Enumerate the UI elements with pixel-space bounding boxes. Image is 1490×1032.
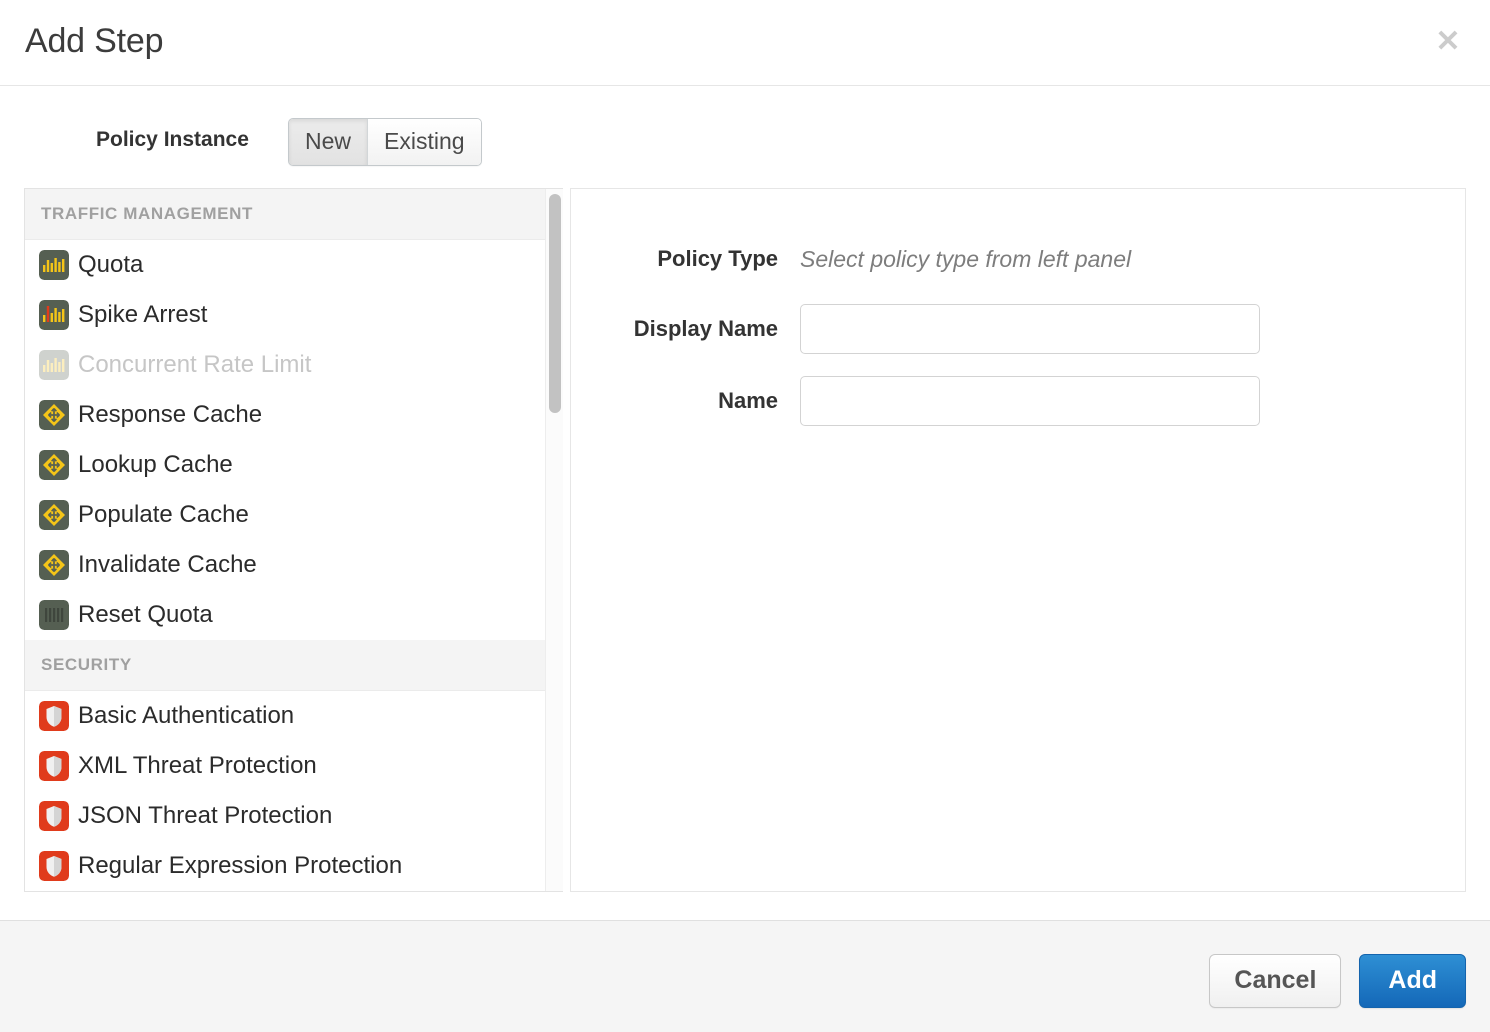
- footer-button-group: Cancel Add: [1209, 954, 1466, 1008]
- policy-list-item-label: Reset Quota: [78, 600, 213, 630]
- policy-list-item[interactable]: Populate Cache: [25, 490, 546, 540]
- policy-list-item-label: Quota: [78, 250, 143, 280]
- policy-list-item[interactable]: Regular Expression Protection: [25, 841, 546, 891]
- policy-list-item-label: Invalidate Cache: [78, 550, 257, 580]
- dialog-footer: Cancel Add: [0, 920, 1490, 1032]
- policy-instance-row: Policy Instance New Existing: [0, 113, 1490, 169]
- policy-list-item[interactable]: Spike Arrest: [25, 290, 546, 340]
- name-row: Name: [571, 376, 1260, 426]
- display-name-label: Display Name: [571, 315, 800, 343]
- shield-icon: [39, 751, 78, 781]
- spike-arrest-icon: [39, 300, 78, 330]
- reset-quota-icon: [39, 600, 78, 630]
- name-input[interactable]: [800, 376, 1260, 426]
- display-name-input[interactable]: [800, 304, 1260, 354]
- policy-type-label: Policy Type: [571, 245, 800, 273]
- policy-list-item[interactable]: Invalidate Cache: [25, 540, 546, 590]
- lookup-cache-icon: [39, 450, 78, 480]
- policy-group-header: SECURITY: [25, 640, 546, 691]
- policy-list-item-label: JSON Threat Protection: [78, 801, 332, 831]
- policy-instance-new-button[interactable]: New: [289, 119, 367, 165]
- policy-list: TRAFFIC MANAGEMENT Quota Spike Arrest Concu…: [25, 189, 546, 891]
- policy-list-item[interactable]: Reset Quota: [25, 590, 546, 640]
- policy-instance-label: Policy Instance: [96, 126, 249, 154]
- policy-list-item-label: Regular Expression Protection: [78, 851, 402, 881]
- policy-list-item-label: Lookup Cache: [78, 450, 233, 480]
- policy-list-item-label: Spike Arrest: [78, 300, 207, 330]
- response-cache-icon: [39, 400, 78, 430]
- policy-list-scrollbar-thumb[interactable]: [549, 194, 561, 413]
- policy-list-item[interactable]: XML Threat Protection: [25, 741, 546, 791]
- policy-list-item-label: Concurrent Rate Limit: [78, 350, 311, 380]
- page-title: Add Step: [25, 20, 163, 62]
- invalidate-cache-icon: [39, 550, 78, 580]
- display-name-row: Display Name: [571, 304, 1260, 354]
- policy-form-panel: Policy Type Select policy type from left…: [570, 188, 1466, 892]
- quota-icon: [39, 250, 78, 280]
- policy-list-scrollbar[interactable]: [545, 189, 563, 891]
- cancel-button[interactable]: Cancel: [1209, 954, 1341, 1008]
- policy-list-panel[interactable]: TRAFFIC MANAGEMENT Quota Spike Arrest Concu…: [24, 188, 563, 892]
- policy-list-item-label: Populate Cache: [78, 500, 249, 530]
- policy-group-header: TRAFFIC MANAGEMENT: [25, 189, 546, 240]
- policy-list-item-label: Basic Authentication: [78, 701, 294, 731]
- policy-list-item[interactable]: Basic Authentication: [25, 691, 546, 741]
- shield-icon: [39, 851, 78, 881]
- policy-list-item[interactable]: JSON Threat Protection: [25, 791, 546, 841]
- shield-icon: [39, 701, 78, 731]
- shield-icon: [39, 801, 78, 831]
- populate-cache-icon: [39, 500, 78, 530]
- policy-list-item[interactable]: Lookup Cache: [25, 440, 546, 490]
- policy-type-value: Select policy type from left panel: [800, 244, 1131, 274]
- policy-list-item-label: Response Cache: [78, 400, 262, 430]
- dialog-header: Add Step ✕: [0, 0, 1490, 86]
- add-button[interactable]: Add: [1359, 954, 1466, 1008]
- policy-list-item[interactable]: Response Cache: [25, 390, 546, 440]
- policy-instance-toggle-group: New Existing: [288, 118, 482, 166]
- policy-type-row: Policy Type Select policy type from left…: [571, 244, 1131, 274]
- policy-list-item[interactable]: Quota: [25, 240, 546, 290]
- policy-list-item: Concurrent Rate Limit: [25, 340, 546, 390]
- add-step-dialog: Add Step ✕ Policy Instance New Existing …: [0, 0, 1490, 1032]
- concurrent-rate-limit-icon: [39, 350, 78, 380]
- close-icon[interactable]: ✕: [1428, 22, 1468, 62]
- policy-instance-existing-button[interactable]: Existing: [367, 119, 481, 165]
- name-label: Name: [571, 387, 800, 415]
- policy-list-item-label: XML Threat Protection: [78, 751, 317, 781]
